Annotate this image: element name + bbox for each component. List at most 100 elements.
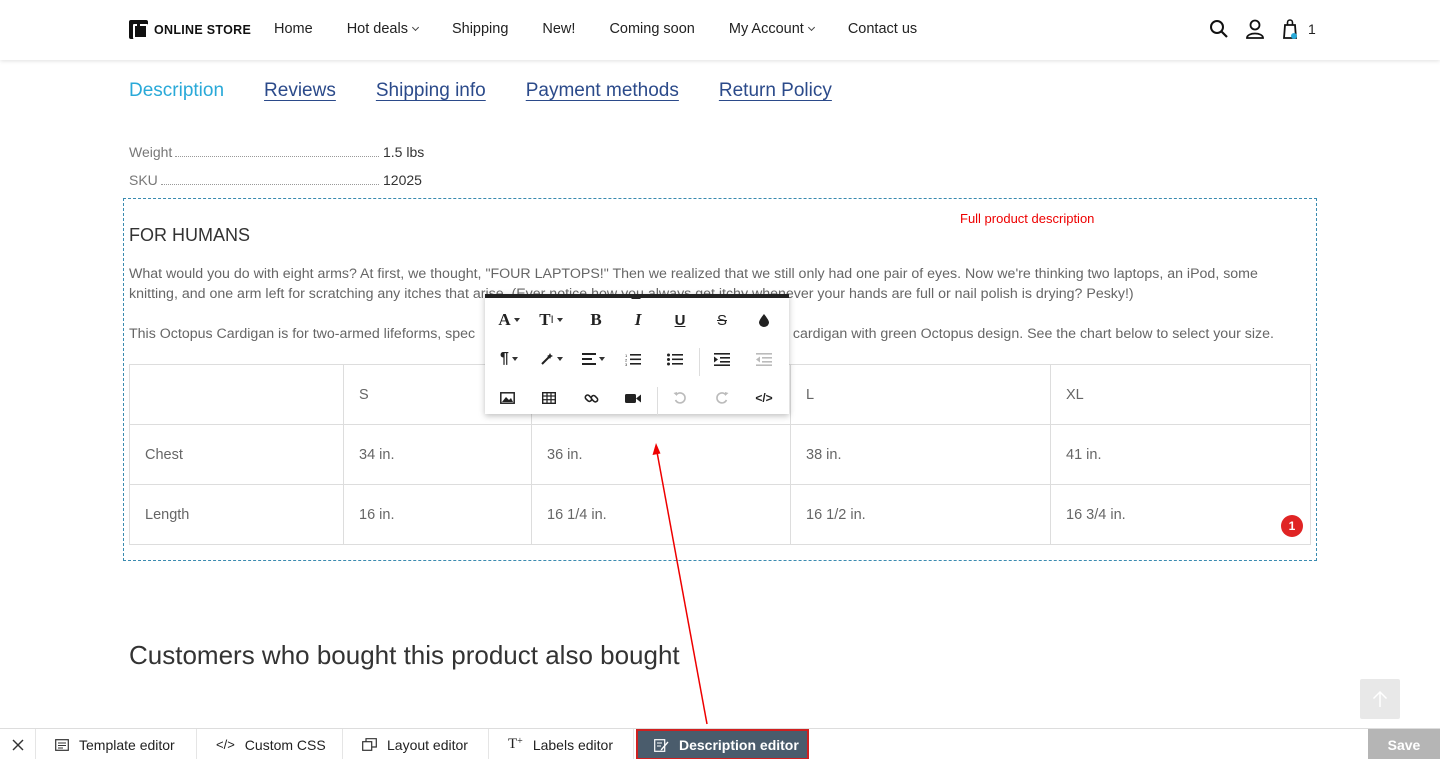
code-view-icon[interactable]: </> [743, 379, 785, 417]
logo-icon [129, 20, 148, 39]
paragraph-text: This Octopus Cardigan is for two-armed l… [129, 326, 476, 342]
search-icon[interactable] [1208, 18, 1230, 40]
toolbar-row-format: A TI B I U S [485, 301, 789, 339]
nav-label: Coming soon [609, 21, 695, 37]
font-family-icon[interactable]: A [488, 301, 530, 339]
table-cell: XL [1050, 364, 1311, 425]
table-cell [129, 364, 344, 425]
nav-my-account[interactable]: My Account [728, 21, 815, 37]
attribute-name: Weight [129, 144, 173, 160]
bottom-bar-label: Labels editor [532, 736, 613, 753]
ordered-list-icon[interactable]: 123 [612, 340, 654, 378]
bottom-bar-label: Layout editor [387, 736, 468, 753]
also-bought-heading: Customers who bought this product also b… [129, 640, 680, 670]
main-nav: Home Hot deals Shipping New! Coming soon… [274, 21, 951, 37]
nav-label: Shipping [451, 21, 509, 37]
attribute-value: 12025 [383, 172, 422, 188]
cart-icon[interactable] [1280, 18, 1302, 40]
tab-payment-methods[interactable]: Payment methods [526, 80, 679, 102]
paragraph-style-icon[interactable] [530, 340, 572, 378]
undo-icon[interactable] [659, 379, 701, 417]
user-icon[interactable] [1244, 18, 1266, 40]
chevron-down-icon [807, 23, 815, 32]
toolbar-row-paragraph: ¶ 123 [485, 340, 789, 378]
attribute-sku: SKU 12025 [129, 172, 429, 188]
tab-shipping-info[interactable]: Shipping info [376, 80, 486, 102]
insert-link-icon[interactable] [570, 379, 612, 417]
underline-icon[interactable]: U [659, 301, 701, 339]
nav-label: Hot deals [346, 21, 408, 37]
bottom-bar-label: Custom CSS [244, 736, 326, 753]
store-logo[interactable]: ONLINE STORE [129, 20, 251, 39]
bottom-bar-label: Template editor [79, 736, 175, 753]
nav-contact-us[interactable]: Contact us [848, 21, 917, 37]
svg-text:3: 3 [625, 362, 628, 366]
tab-return-policy[interactable]: Return Policy [719, 80, 832, 102]
header-actions: 1 [1208, 18, 1316, 40]
indent-icon[interactable] [701, 340, 743, 378]
nav-label: Home [274, 21, 313, 37]
tab-reviews[interactable]: Reviews [264, 80, 336, 102]
step-badge: 1 [1281, 515, 1303, 537]
nav-home[interactable]: Home [274, 21, 313, 37]
nav-shipping[interactable]: Shipping [452, 21, 508, 37]
insert-video-icon[interactable] [612, 379, 654, 417]
nav-new[interactable]: New! [542, 21, 575, 37]
table-cell: Length [129, 484, 344, 545]
attribute-value: 1.5 lbs [383, 144, 425, 160]
nav-label: New! [542, 21, 576, 37]
italic-icon[interactable]: I [617, 301, 659, 339]
nav-label: My Account [728, 21, 804, 37]
bold-icon[interactable]: B [575, 301, 617, 339]
custom-css-button[interactable]: </> Custom CSS [197, 729, 343, 759]
table-cell: Chest [129, 424, 344, 485]
nav-label: Contact us [847, 21, 918, 37]
code-icon: </> [216, 737, 235, 752]
product-tabs: Description Reviews Shipping info Paymen… [129, 80, 872, 102]
insert-table-icon[interactable] [528, 379, 570, 417]
close-editor-button[interactable] [0, 729, 36, 759]
strikethrough-icon[interactable]: S [701, 301, 743, 339]
save-button[interactable]: Save [1368, 729, 1440, 759]
description-editor-button[interactable]: Description editor [636, 729, 809, 759]
table-row: Chest 34 in. 36 in. 38 in. 41 in. [129, 424, 1311, 485]
labels-icon: T + [508, 736, 523, 752]
layout-icon [362, 738, 377, 751]
labels-editor-button[interactable]: T + Labels editor [489, 729, 634, 759]
chevron-down-icon [411, 23, 419, 32]
description-icon [654, 738, 669, 752]
editor-bottom-bar: Template editor </> Custom CSS Layout ed… [0, 728, 1440, 759]
table-cell: 16 in. [343, 484, 532, 545]
table-cell: 41 in. [1050, 424, 1311, 485]
table-cell: 16 1/2 in. [790, 484, 1051, 545]
description-heading: FOR HUMANS [129, 225, 250, 245]
template-icon [55, 738, 69, 751]
toolbar-row-insert: </> [485, 379, 789, 417]
outdent-icon[interactable] [743, 340, 785, 378]
table-cell: 36 in. [531, 424, 791, 485]
tab-description[interactable]: Description [129, 80, 224, 102]
template-editor-button[interactable]: Template editor [36, 729, 197, 759]
unordered-list-icon[interactable] [654, 340, 696, 378]
logo-text: ONLINE STORE [154, 22, 252, 37]
nav-coming-soon[interactable]: Coming soon [609, 21, 694, 37]
site-header: ONLINE STORE Home Hot deals Shipping New… [0, 0, 1440, 60]
attribute-name: SKU [129, 172, 158, 188]
font-size-icon[interactable]: TI [530, 301, 572, 339]
paragraph-line: What would you do with eight arms? At fi… [129, 266, 1258, 282]
nav-hot-deals[interactable]: Hot deals [346, 21, 419, 37]
table-cell: 34 in. [343, 424, 532, 485]
table-cell: 16 3/4 in. [1050, 484, 1311, 545]
insert-image-icon[interactable] [486, 379, 528, 417]
attribute-weight: Weight 1.5 lbs [129, 144, 429, 160]
layout-editor-button[interactable]: Layout editor [343, 729, 489, 759]
align-icon[interactable] [572, 340, 614, 378]
table-row: Length 16 in. 16 1/4 in. 16 1/2 in. 16 3… [129, 484, 1311, 545]
paragraph-format-icon[interactable]: ¶ [488, 340, 530, 378]
paragraph-text: cardigan with green Octopus design. See … [788, 326, 1274, 342]
rich-text-toolbar: A TI B I U S ¶ 123 </> [485, 294, 789, 417]
redo-icon[interactable] [701, 379, 743, 417]
scroll-to-top-button[interactable] [1360, 679, 1400, 719]
color-icon[interactable] [743, 301, 785, 339]
full-description-annotation: Full product description [960, 211, 1095, 226]
